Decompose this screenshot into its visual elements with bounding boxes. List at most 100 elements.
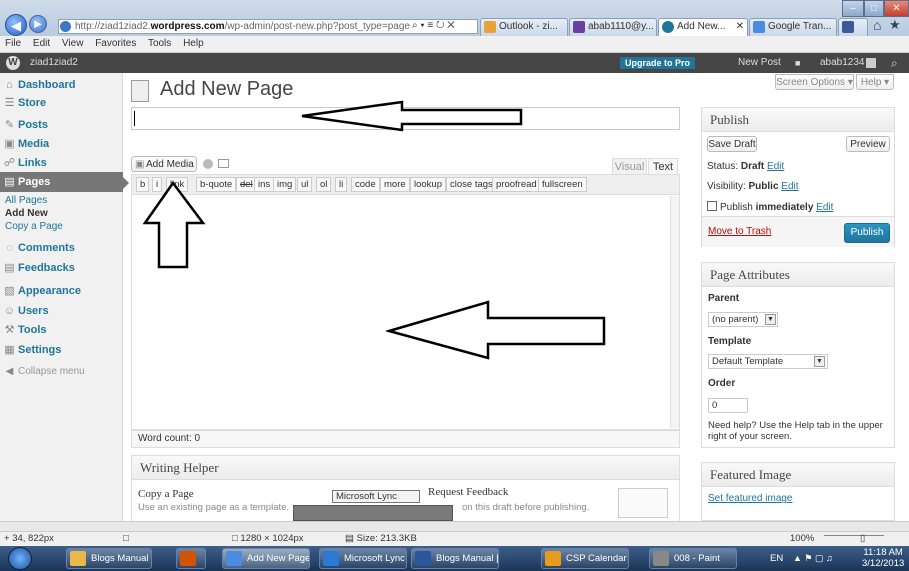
qt-ul[interactable]: ul xyxy=(297,177,313,192)
minimize-button[interactable]: – xyxy=(842,0,864,17)
search-icon[interactable]: ⌕ xyxy=(891,53,898,73)
folder-icon xyxy=(70,551,86,566)
order-input[interactable]: 0 xyxy=(708,398,748,413)
sidebar-item-media[interactable]: ▣ Media xyxy=(0,134,123,154)
submenu-all-pages[interactable]: All Pages xyxy=(5,194,47,207)
qt-lookup[interactable]: lookup xyxy=(410,177,446,192)
menu-favorites[interactable]: Favorites xyxy=(95,38,136,49)
back-button[interactable]: ◀ xyxy=(5,14,27,36)
qt-more[interactable]: more xyxy=(380,177,410,192)
home-icon[interactable]: ⌂ xyxy=(873,17,881,33)
qt-proofread[interactable]: proofread xyxy=(492,177,541,192)
horizontal-scrollbar[interactable] xyxy=(0,521,909,531)
sidebar-item-pages[interactable]: ▤ Pages xyxy=(0,172,123,192)
tab-add-new[interactable]: Add New... ✕ xyxy=(658,18,748,36)
template-select[interactable]: Default Template ▼ xyxy=(708,354,828,369)
task-media-player[interactable] xyxy=(176,548,206,569)
help-button[interactable]: Help ▾ xyxy=(856,74,894,90)
sidebar-item-tools[interactable]: ⚒ Tools xyxy=(0,320,123,340)
qt-li[interactable]: li xyxy=(335,177,348,192)
qt-close-tags[interactable]: close tags xyxy=(446,177,497,192)
avatar[interactable] xyxy=(866,58,876,68)
sidebar-item-posts[interactable]: ✎ Posts xyxy=(0,115,123,135)
screen-options-button[interactable]: Screen Options ▾ xyxy=(775,74,854,90)
site-name-link[interactable]: ziad1ziad2 xyxy=(30,53,78,73)
qt-code[interactable]: code xyxy=(351,177,380,192)
menu-edit[interactable]: Edit xyxy=(33,38,50,49)
form-icon[interactable] xyxy=(218,159,229,168)
current-menu-pointer xyxy=(123,177,129,189)
poll-icon[interactable] xyxy=(203,159,213,169)
upgrade-button[interactable]: Upgrade to Pro xyxy=(620,57,696,69)
task-csp-calendar[interactable]: CSP Calendar -... xyxy=(541,548,629,569)
sidebar-item-settings[interactable]: ▦ Settings xyxy=(0,340,123,360)
sidebar-item-comments[interactable]: ◌ Comments xyxy=(0,238,123,258)
notifications-icon[interactable]: ■ xyxy=(795,53,800,73)
qt-ins[interactable]: ins xyxy=(254,177,275,192)
tab-visual[interactable]: Visual xyxy=(612,158,647,175)
tray-icons[interactable]: ▲ ⚑ ▢ ♫ xyxy=(793,553,833,564)
lync-thumbnail[interactable] xyxy=(293,505,453,521)
wordpress-logo-icon[interactable]: W xyxy=(6,56,20,70)
copy-page-heading[interactable]: Copy a Page xyxy=(138,488,194,500)
maximize-button[interactable]: □ xyxy=(864,0,884,17)
preview-button[interactable]: Preview xyxy=(846,136,890,152)
favorites-star-icon[interactable]: ★ xyxy=(889,17,901,33)
admin-sidebar: ⌂ Dashboard ☰ Store ✎ Posts ▣ Media ☍ Links ▤… xyxy=(0,73,129,521)
menu-view[interactable]: View xyxy=(62,38,84,49)
tab-yahoo[interactable]: abab1110@y... xyxy=(569,18,657,36)
task-blogs-manual-word[interactable]: Blogs Manual [... xyxy=(411,548,499,569)
sidebar-item-feedbacks[interactable]: ▤ Feedbacks xyxy=(0,258,123,278)
close-window-button[interactable]: ✕ xyxy=(884,0,909,17)
request-feedback-heading[interactable]: Request Feedback xyxy=(428,486,508,498)
browser-menubar: File Edit View Favorites Tools Help xyxy=(0,36,909,53)
page-attributes-box: Page Attributes Parent (no parent) ▼ Temp… xyxy=(701,262,895,448)
menu-tools[interactable]: Tools xyxy=(148,38,171,49)
visibility-line: Visibility: Public Edit xyxy=(707,181,799,192)
edit-status-link[interactable]: Edit xyxy=(767,161,784,172)
tab-google-translate[interactable]: Google Tran... xyxy=(749,18,837,36)
zoom-thumb[interactable]: ▯ xyxy=(860,532,865,546)
start-button[interactable] xyxy=(8,547,32,570)
task-microsoft-lync[interactable]: Microsoft Lync ... xyxy=(319,548,407,569)
sidebar-item-links[interactable]: ☍ Links xyxy=(0,153,123,173)
task-paint[interactable]: 008 - Paint xyxy=(649,548,737,569)
sidebar-item-store[interactable]: ☰ Store xyxy=(0,93,123,113)
move-to-trash-link[interactable]: Move to Trash xyxy=(708,226,771,237)
sidebar-item-users[interactable]: ☺ Users xyxy=(0,301,123,321)
settings-icon: ▦ xyxy=(4,344,15,356)
qt-img[interactable]: img xyxy=(273,177,297,192)
qt-ol[interactable]: ol xyxy=(316,177,332,192)
submenu-copy-page[interactable]: Copy a Page xyxy=(5,220,63,233)
tab-text[interactable]: Text xyxy=(648,158,678,175)
edit-visibility-link[interactable]: Edit xyxy=(781,181,798,192)
menu-help[interactable]: Help xyxy=(183,38,204,49)
set-featured-image-link[interactable]: Set featured image xyxy=(708,493,793,504)
close-tab-icon[interactable]: ✕ xyxy=(736,19,744,35)
tab-outlook[interactable]: Outlook - zi... xyxy=(480,18,568,36)
forward-button[interactable]: ▶ xyxy=(29,15,47,33)
tab-civil-society[interactable] xyxy=(838,18,868,36)
cursor-coords: + 34, 822px xyxy=(4,533,54,544)
address-controls[interactable]: ⌕ ▾ ≡ ↻ ✕ xyxy=(412,20,455,31)
parent-label: Parent xyxy=(708,293,740,304)
add-media-button[interactable]: ▣ Add Media xyxy=(131,156,197,172)
user-menu[interactable]: abab1234 xyxy=(820,53,865,73)
edit-schedule-link[interactable]: Edit xyxy=(816,202,833,213)
sidebar-item-dashboard[interactable]: ⌂ Dashboard xyxy=(0,75,123,95)
qt-fullscreen[interactable]: fullscreen xyxy=(538,177,587,192)
task-add-new-page[interactable]: Add New Page ... xyxy=(222,548,310,569)
task-blogs-manual-folder[interactable]: Blogs Manual xyxy=(66,548,152,569)
zoom-slider[interactable] xyxy=(824,535,884,536)
publish-button[interactable]: Publish xyxy=(844,223,890,243)
new-post-link[interactable]: New Post xyxy=(738,53,781,73)
save-draft-button[interactable]: Save Draft xyxy=(707,136,757,152)
editor-scrollbar[interactable] xyxy=(670,196,679,428)
parent-select[interactable]: (no parent) ▼ xyxy=(708,312,778,327)
collapse-menu[interactable]: ◀ Collapse menu xyxy=(0,362,123,382)
sidebar-item-appearance[interactable]: ▧ Appearance xyxy=(0,281,123,301)
clock[interactable]: 11:18 AM 3/12/2013 xyxy=(862,547,904,569)
submenu-add-new[interactable]: Add New xyxy=(5,207,48,220)
menu-file[interactable]: File xyxy=(5,38,21,49)
language-indicator[interactable]: EN xyxy=(770,553,783,564)
